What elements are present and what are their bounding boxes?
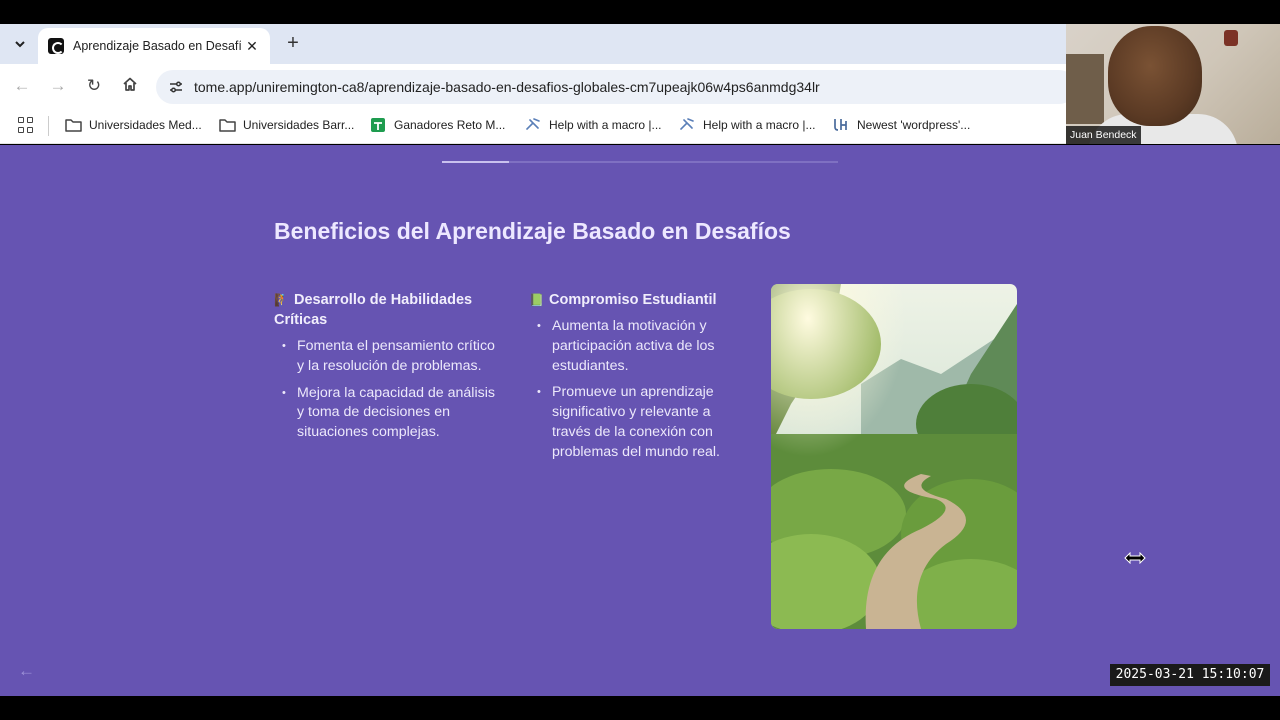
slide-canvas: Beneficios del Aprendizaje Basado en Des… xyxy=(0,145,1280,696)
letterbox-top xyxy=(0,0,1280,24)
webcam-video: Juan Bendeck xyxy=(1066,24,1280,144)
bullet-item: Promueve un aprendizaje significativo y … xyxy=(537,383,744,462)
back-button[interactable]: ← xyxy=(12,76,32,96)
bookmark-label: Help with a macro |... xyxy=(549,118,662,132)
column-heading-text: Compromiso Estudiantil xyxy=(549,292,717,308)
stackexchange-icon xyxy=(832,116,850,134)
nature-path-image xyxy=(771,284,1017,629)
webcam-background-shelf xyxy=(1066,54,1104,124)
bullet-item: Aumenta la motivación y participación ac… xyxy=(537,317,744,376)
bookmark-item[interactable]: Help with a macro |... xyxy=(524,108,662,142)
url-text: tome.app/uniremington-ca8/aprendizaje-ba… xyxy=(194,79,820,95)
site-info-icon[interactable] xyxy=(166,77,186,97)
bookmark-item[interactable]: Universidades Med... xyxy=(64,108,202,142)
bullet-item: Mejora la capacidad de análisis y toma d… xyxy=(282,384,504,443)
bookmark-item[interactable]: Ganadores Reto M... xyxy=(369,108,505,142)
bookmark-item[interactable]: Newest 'wordpress'... xyxy=(832,108,970,142)
forum-icon xyxy=(678,116,696,134)
reload-button[interactable]: ↻ xyxy=(84,76,104,96)
slide-title: Beneficios del Aprendizaje Basado en Des… xyxy=(274,218,791,244)
book-icon: 📗 xyxy=(529,293,544,307)
tome-icon xyxy=(48,38,64,54)
bookmark-label: Ganadores Reto M... xyxy=(394,118,506,132)
tab-search-button[interactable] xyxy=(8,32,32,56)
climber-icon: 🧗 xyxy=(274,293,289,307)
benefit-column: 📗 Compromiso Estudiantil Aumenta la motiv… xyxy=(529,290,744,470)
column-heading-text: Desarrollo de Habilidades Críticas xyxy=(274,292,473,328)
webcam-background-decoration xyxy=(1224,30,1238,46)
letterbox-bottom xyxy=(0,696,1280,720)
bullet-list: Aumenta la motivación y participación ac… xyxy=(529,317,744,463)
apps-grid-icon[interactable] xyxy=(18,117,34,133)
address-bar[interactable]: tome.app/uniremington-ca8/aprendizaje-ba… xyxy=(156,70,1076,104)
sheets-icon xyxy=(369,116,387,134)
bookmark-label: Newest 'wordpress'... xyxy=(857,118,971,132)
bookmark-label: Help with a macro |... xyxy=(703,118,816,132)
bullet-list: Fomenta el pensamiento crítico y la reso… xyxy=(274,337,504,443)
home-button[interactable] xyxy=(120,76,140,96)
benefit-column: 🧗Desarrollo de Habilidades Críticas Fome… xyxy=(274,290,504,450)
bookmark-item[interactable]: Universidades Barr... xyxy=(218,108,354,142)
folder-icon xyxy=(64,116,82,134)
column-heading: 🧗 Desarrollo de Habilidades Críticas xyxy=(274,290,504,330)
webcam-person-head xyxy=(1108,26,1202,126)
close-icon[interactable]: ✕ xyxy=(244,38,260,55)
tab-title: Aprendizaje Basado en Desafíos xyxy=(73,39,241,53)
home-icon xyxy=(123,77,137,91)
bookmark-label: Universidades Med... xyxy=(89,118,202,132)
bookmark-label: Universidades Barr... xyxy=(243,118,355,132)
new-tab-button[interactable]: + xyxy=(282,32,304,54)
active-tab[interactable]: Aprendizaje Basado en Desafíos ✕ xyxy=(38,28,270,64)
bookmark-item[interactable]: Help with a macro |... xyxy=(678,108,816,142)
forward-button[interactable]: → xyxy=(48,76,68,96)
chevron-down-icon xyxy=(15,41,25,48)
bookmarks-divider xyxy=(48,116,49,136)
resize-cursor-icon xyxy=(1124,552,1146,564)
participant-name: Juan Bendeck xyxy=(1066,126,1141,144)
folder-icon xyxy=(218,116,236,134)
previous-slide-button[interactable]: ← xyxy=(18,661,35,681)
recording-timestamp: 2025-03-21 15:10:07 xyxy=(1110,664,1270,686)
column-heading: 📗 Compromiso Estudiantil xyxy=(529,290,744,310)
slide-progress-fill xyxy=(442,161,509,163)
bullet-item: Fomenta el pensamiento crítico y la reso… xyxy=(282,337,504,377)
forum-icon xyxy=(524,116,542,134)
